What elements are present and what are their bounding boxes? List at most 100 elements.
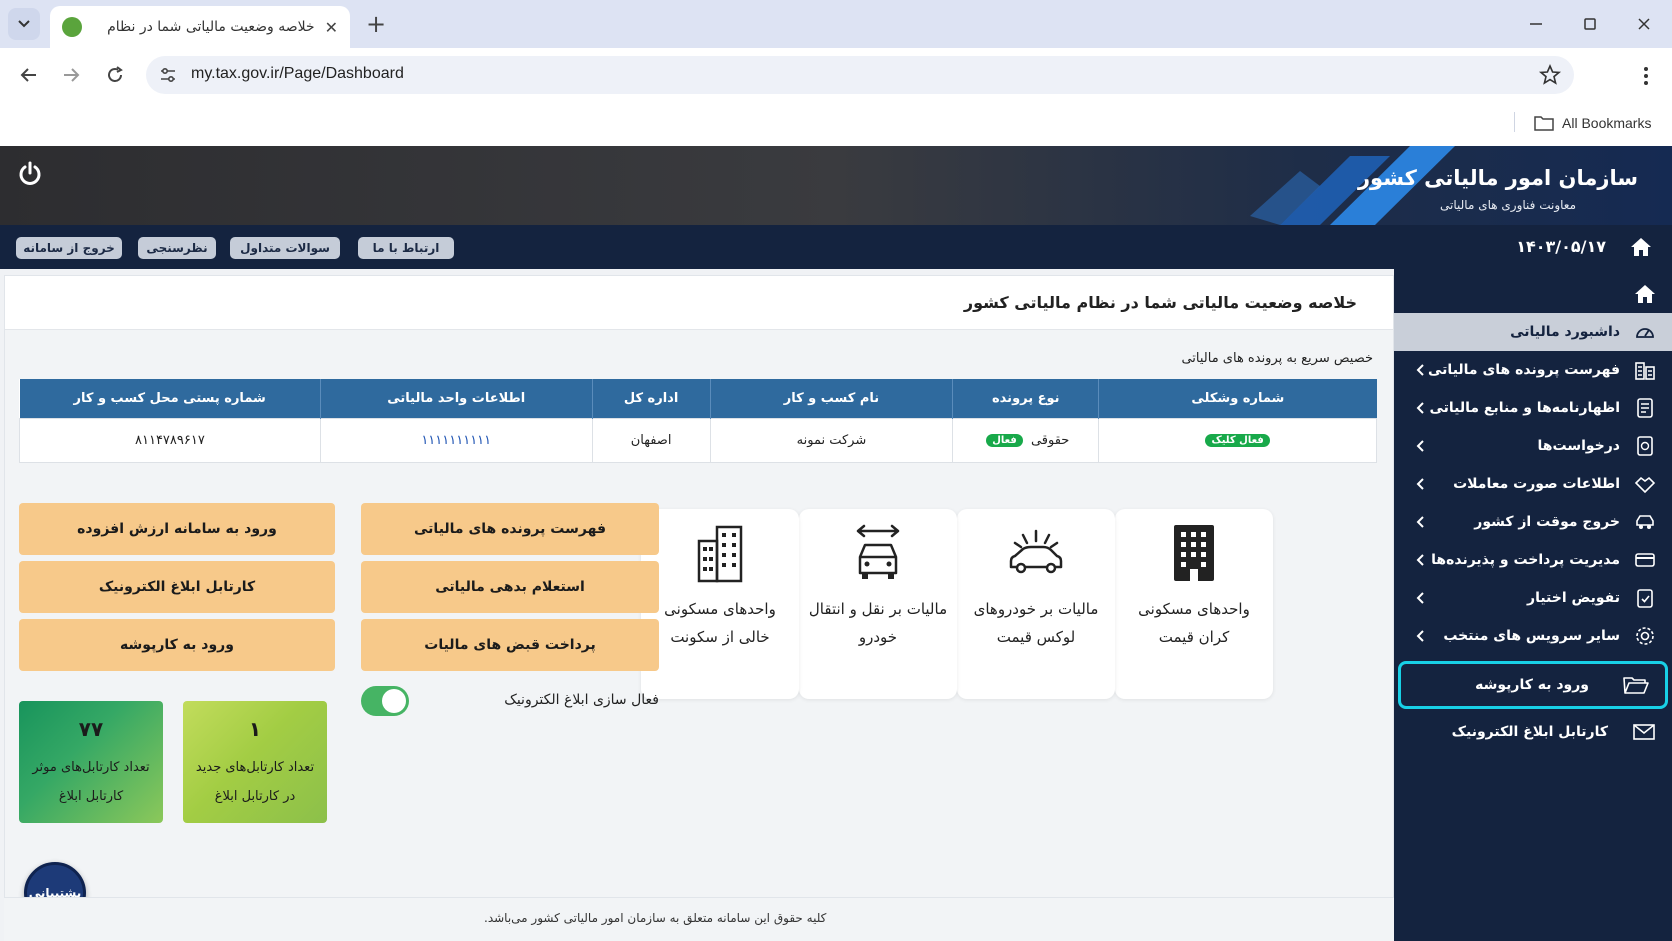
kpi-label: تعداد کارتابل‌های جدید در کارتابل ابلاغ [195, 760, 315, 804]
site-favicon-icon [62, 17, 82, 37]
maximize-button[interactable] [1578, 12, 1602, 36]
sidebar-item-requests[interactable]: درخواست‌ها [1394, 427, 1672, 465]
pay-bills-button[interactable]: پرداخت قبض های مالیات [361, 619, 659, 671]
bookmarks-separator [1514, 112, 1515, 132]
unit-info-cell[interactable]: ۱۱۱۱۱۱۱۱۱۱ [319, 417, 593, 463]
browser-menu-button[interactable] [1636, 62, 1656, 90]
table-row[interactable]: فعال کلیک حقوقی فعال شرکت نمونه اصفهان ۱… [19, 417, 1377, 463]
sidebar-item-case-list[interactable]: فهرست پرونده های مالیاتی [1394, 351, 1672, 389]
site-banner: سازمان امور مالیاتی کشور معاونت فناوری ه… [0, 146, 1672, 225]
service-card-expensive-housing[interactable]: واحدهای مسکونی کران قیمت [1115, 509, 1273, 699]
debt-inquiry-button[interactable]: استعلام بدهی مالیاتی [361, 561, 659, 613]
apartment-icon [697, 525, 743, 583]
service-card-label: مالیات بر خودروهای لوکس قیمت [973, 600, 1099, 646]
all-bookmarks-button[interactable]: All Bookmarks [1534, 112, 1651, 134]
chevron-left-icon [1416, 516, 1424, 528]
tab-title: خلاصه وضعیت مالیاتی شما در نظام [107, 19, 315, 35]
sidebar-item-declarations[interactable]: اظهارنامه‌ها و منابع مالیاتی [1394, 389, 1672, 427]
sidebar-item-delegation[interactable]: تفویض اختیار [1394, 579, 1672, 617]
postal-code-cell: ۸۱۱۴۷۸۹۶۱۷ [19, 417, 321, 463]
kpi-effective-cartables[interactable]: ۷۷ تعداد کارتابل‌های موثر کارتابل ابلاغ [19, 701, 163, 823]
home-icon[interactable] [1630, 236, 1652, 258]
kartpooshe-button[interactable]: ورود به کارپوشه [19, 619, 335, 671]
main-panel: خلاصه وضعیت مالیاتی شما در نظام مالیاتی … [4, 275, 1394, 941]
sidebar-item-payments[interactable]: مدیریت پرداخت و پذیرنده‌ها [1394, 541, 1672, 579]
bookmark-star-icon[interactable] [1538, 63, 1562, 87]
power-icon[interactable] [16, 160, 44, 188]
cartable-button[interactable]: کارتابل ابلاغ الکترونیک [19, 561, 335, 613]
sidebar-item-label: داشبورد مالیاتی [1510, 324, 1620, 340]
main-title-bar: خلاصه وضعیت مالیاتی شما در نظام مالیاتی … [5, 276, 1393, 330]
unit-info-link[interactable]: ۱۱۱۱۱۱۱۱۱۱ [421, 433, 491, 448]
current-date: ۱۴۰۳/۰۵/۱۷ [1516, 237, 1606, 256]
sidebar-item-label: کارتابل ابلاغ الکترونیک [1451, 724, 1608, 740]
column-header: اطلاعات واحد مالیاتی [319, 379, 593, 418]
all-bookmarks-label: All Bookmarks [1562, 115, 1652, 131]
arrow-left-icon [20, 68, 36, 82]
handshake-icon [1634, 476, 1656, 494]
sidebar-item-exit-country[interactable]: خروج موقت از کشور [1394, 503, 1672, 541]
sidebar-item-label: سایر سرویس های منتخب [1443, 628, 1620, 644]
chevron-down-icon [18, 20, 30, 28]
close-window-button[interactable] [1632, 12, 1656, 36]
sidebar-item-other-services[interactable]: سایر سرویس های منتخب [1394, 617, 1672, 655]
more-vertical-icon [1644, 67, 1648, 85]
file-type-text: حقوقی [1030, 432, 1070, 448]
url-text[interactable]: my.tax.gov.ir/Page/Dashboard [191, 65, 404, 83]
service-card-car-transfer[interactable]: مالیات بر نقل و انتقال خودرو [799, 509, 957, 699]
service-card-label: مالیات بر نقل و انتقال خودرو [808, 600, 948, 646]
chevron-left-icon [1416, 402, 1424, 414]
reload-button[interactable] [102, 62, 128, 88]
survey-button[interactable]: نظرسنجی [138, 237, 216, 259]
back-button[interactable] [16, 62, 42, 88]
sidebar-home-icon[interactable] [1634, 283, 1656, 305]
sidebar-item-dashboard[interactable]: داشبورد مالیاتی [1394, 313, 1672, 351]
column-header: شماره پستی محل کسب و کار [19, 379, 321, 418]
sidebar-item-label: اظهارنامه‌ها و منابع مالیاتی [1429, 400, 1620, 416]
sidebar-item-label: خروج موقت از کشور [1474, 514, 1620, 530]
new-tab-button[interactable]: + [362, 10, 390, 38]
e-notice-toggle[interactable] [361, 686, 409, 716]
minimize-button[interactable] [1524, 12, 1548, 36]
luxury-car-icon [1009, 529, 1063, 574]
contact-button[interactable]: ارتباط با ما [358, 237, 454, 259]
site-settings-icon[interactable] [158, 65, 178, 85]
column-header: نوع پرونده [952, 379, 1099, 418]
top-navbar: خروج از سامانه نظرسنجی سوالات متداول ارت… [0, 225, 1672, 269]
sidebar-item-kartpooshe[interactable]: ورود به کارپوشه [1398, 661, 1668, 709]
kpi-value: ۷۷ [78, 717, 104, 741]
sidebar-item-transactions[interactable]: اطلاعات صورت معاملات [1394, 465, 1672, 503]
sidebar-item-cartable[interactable]: کارتابل ابلاغ الکترونیک [1394, 713, 1672, 751]
tab-search-button[interactable] [8, 8, 40, 40]
org-subtitle: معاونت فناوری های مالیاتی [1440, 198, 1576, 212]
file-number-cell[interactable]: فعال کلیک [1098, 417, 1377, 463]
folder-open-icon [1623, 677, 1649, 694]
column-header: شماره وشکلی [1098, 379, 1377, 418]
vat-login-button[interactable]: ورود به سامانه ارزش افزوده [19, 503, 335, 555]
forward-button[interactable] [58, 62, 84, 88]
faq-button[interactable]: سوالات متداول [230, 237, 340, 259]
chevron-left-icon [1416, 630, 1424, 642]
gauge-icon [1636, 328, 1654, 338]
e-notice-toggle-label: فعال سازی ابلاغ الکترونیک [504, 692, 659, 708]
maximize-icon [1584, 18, 1596, 30]
table-header-row: شماره وشکلی نوع پرونده نام کسب و کار ادا… [19, 379, 1377, 418]
kpi-new-cartables[interactable]: ۱ تعداد کارتابل‌های جدید در کارتابل ابلا… [183, 701, 327, 823]
service-card-luxury-car[interactable]: مالیات بر خودروهای لوکس قیمت [957, 509, 1115, 699]
copyright-text: کلیه حقوق این سامانه متعلق به سازمان امو… [484, 911, 827, 925]
chevron-left-icon [1416, 364, 1424, 376]
footer: کلیه حقوق این سامانه متعلق به سازمان امو… [4, 897, 1394, 941]
logout-button[interactable]: خروج از سامانه [16, 237, 122, 259]
minimize-icon [1530, 23, 1542, 25]
arrow-right-icon [64, 68, 80, 82]
sidebar-item-label: تفویض اختیار [1527, 590, 1620, 606]
service-card-vacant-housing[interactable]: واحدهای مسکونی خالی از سکونت [641, 509, 799, 699]
tab-close-icon[interactable]: ✕ [325, 18, 338, 37]
sidebar-item-label: فهرست پرونده های مالیاتی [1428, 362, 1620, 378]
browser-tab[interactable]: خلاصه وضعیت مالیاتی شما در نظام ✕ [50, 6, 350, 48]
business-name-cell: شرکت نمونه [709, 417, 954, 463]
address-bar[interactable]: my.tax.gov.ir/Page/Dashboard [146, 56, 1574, 94]
chevron-left-icon [1416, 592, 1424, 604]
case-list-button[interactable]: فهرست پرونده های مالیاتی [361, 503, 659, 555]
gear-icon [1636, 627, 1654, 645]
